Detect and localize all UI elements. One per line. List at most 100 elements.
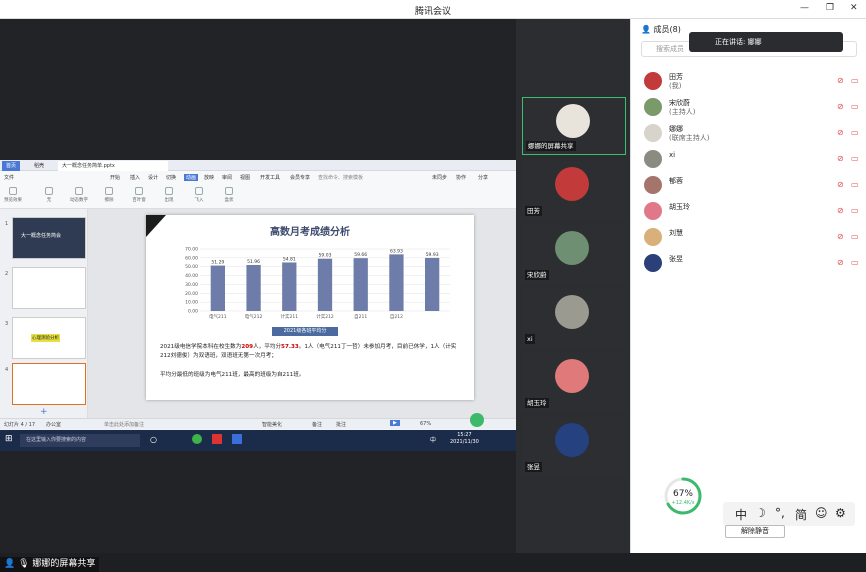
menu-member[interactable]: 会员专享 — [290, 174, 310, 181]
member-name: 宋欣蔚 (主持人) — [669, 99, 695, 117]
tile-screen-share[interactable]: 娜娜的屏幕共享 — [522, 97, 626, 155]
tile-participant[interactable]: xi — [522, 289, 626, 347]
thumb-number: 2 — [5, 271, 9, 277]
menu-animation[interactable]: 动画 — [184, 174, 199, 181]
member-row[interactable]: 刘慧 ⊘ ▭ — [631, 225, 866, 251]
anim-wipe-button[interactable]: 擦除 — [98, 187, 120, 203]
slide-thumb-2[interactable] — [12, 267, 86, 309]
meeting-icon[interactable] — [232, 434, 242, 444]
tile-participant[interactable]: 田芳 — [522, 161, 626, 219]
member-row[interactable]: 田芳 (我) ⊘ ▭ — [631, 69, 866, 95]
play-icon[interactable]: ▶ — [390, 420, 400, 426]
mic-muted-icon[interactable]: ⊘ — [837, 154, 844, 163]
zoom-level[interactable]: 67% — [420, 421, 431, 427]
data-label: 63.93 — [390, 248, 403, 254]
add-slide-icon[interactable]: + — [40, 407, 48, 417]
collab-button[interactable]: 协作 — [456, 174, 466, 181]
ribbon-label: 擦除 — [104, 198, 114, 203]
data-label: 59.66 — [354, 252, 367, 258]
unmute-all-button[interactable]: 解除静音 — [725, 525, 785, 538]
camera-off-icon[interactable]: ▭ — [851, 258, 859, 267]
mic-muted-icon[interactable]: ⊘ — [837, 232, 844, 241]
x-tick-label: 电气211 — [209, 313, 227, 320]
member-name-text: 胡玉玲 — [669, 203, 690, 211]
sync-status[interactable]: 未同步 — [432, 174, 447, 181]
tile-participant[interactable]: 宋欣蔚 — [522, 225, 626, 283]
data-label: 54.81 — [283, 256, 296, 262]
preview-effect-button[interactable]: 预览效果 — [2, 187, 24, 203]
member-row[interactable]: xi ⊘ ▭ — [631, 147, 866, 173]
anim-dynamic-number-button[interactable]: 动态数字 — [68, 187, 90, 203]
menu-slideshow[interactable]: 放映 — [204, 174, 214, 181]
member-row[interactable]: 张昱 ⊘ ▭ — [631, 251, 866, 277]
gear-icon[interactable]: ⚙ — [835, 506, 846, 520]
anim-appear-button[interactable]: 出现 — [158, 187, 180, 203]
member-row[interactable]: 胡玉玲 ⊘ ▭ — [631, 199, 866, 225]
share-button[interactable]: 分享 — [478, 174, 488, 181]
menu-file[interactable]: 文件 — [4, 174, 14, 181]
members-panel: 👤 成员(8) 搜索成员 正在讲话: 娜娜 田芳 (我) ⊘ ▭ 宋欣蔚 (主持人) ⊘ ▭ 娜… — [630, 19, 866, 553]
ime-chinese[interactable]: 中 — [735, 506, 747, 523]
mic-muted-icon[interactable]: ⊘ — [837, 258, 844, 267]
punctuation-icon[interactable]: °, — [775, 506, 785, 520]
menu-design[interactable]: 设计 — [148, 174, 158, 181]
slide-thumb-3[interactable]: 心理测验分析 — [12, 317, 86, 359]
windows-start-icon[interactable]: ⊞ — [5, 434, 13, 444]
tile-participant[interactable]: 胡玉玲 — [522, 353, 626, 411]
anim-blinds-button[interactable]: 百叶窗 — [128, 187, 150, 203]
avatar — [644, 124, 662, 142]
camera-off-icon[interactable]: ▭ — [851, 76, 859, 85]
emoji-icon[interactable]: ☺ — [815, 506, 828, 520]
menu-start[interactable]: 开始 — [110, 174, 120, 181]
maximize-icon[interactable]: ❐ — [826, 3, 834, 13]
ime-simplified[interactable]: 简 — [795, 506, 807, 523]
anim-flyin-button[interactable]: 飞入 — [188, 187, 210, 203]
minimize-icon[interactable]: — — [800, 3, 809, 13]
mic-muted-icon[interactable]: ⊘ — [837, 180, 844, 189]
smart-beautify[interactable]: 智能美化 — [262, 421, 282, 428]
command-search[interactable]: 查找命令、搜索模板 — [318, 174, 363, 181]
camera-off-icon[interactable]: ▭ — [851, 206, 859, 215]
bar — [389, 254, 404, 311]
x-tick-label: 自212 — [390, 313, 403, 320]
tab-home[interactable]: 首页 — [2, 161, 21, 171]
slide-thumb-1[interactable]: 大一概念任务简会 — [12, 217, 86, 259]
camera-off-icon[interactable]: ▭ — [851, 154, 859, 163]
notes-placeholder[interactable]: 单击此处添加备注 — [104, 421, 144, 428]
camera-off-icon[interactable]: ▭ — [851, 180, 859, 189]
ime-indicator[interactable]: 中 — [430, 435, 436, 444]
menu-transition[interactable]: 切换 — [166, 174, 176, 181]
camera-off-icon[interactable]: ▭ — [851, 232, 859, 241]
tab-daoke[interactable]: 稻壳 — [30, 161, 48, 171]
camera-off-icon[interactable]: ▭ — [851, 102, 859, 111]
task-view-icon[interactable]: ○ — [150, 435, 157, 444]
anim-flyin-icon — [195, 187, 203, 195]
menu-review[interactable]: 审阅 — [222, 174, 232, 181]
member-row[interactable]: 宋欣蔚 (主持人) ⊘ ▭ — [631, 95, 866, 121]
member-row[interactable]: 郁蓉 ⊘ ▭ — [631, 173, 866, 199]
menu-insert[interactable]: 插入 — [130, 174, 140, 181]
windows-taskbar: ⊞ 在这里输入你要搜索的内容 ○ 15:27 2021/11/30 中 — [0, 430, 516, 451]
moon-icon[interactable]: ☽ — [755, 506, 766, 520]
camera-off-icon[interactable]: ▭ — [851, 128, 859, 137]
anim-box-button[interactable]: 盒状 — [218, 187, 240, 203]
mic-muted-icon[interactable]: ⊘ — [837, 76, 844, 85]
bar — [246, 264, 261, 311]
taskbar-search[interactable]: 在这里输入你要搜索的内容 — [20, 434, 140, 447]
anim-none-button[interactable]: 无 — [38, 187, 60, 203]
app-icon[interactable] — [192, 434, 202, 444]
menu-view[interactable]: 视图 — [240, 174, 250, 181]
close-icon[interactable]: ✕ — [850, 3, 858, 13]
wps-icon[interactable] — [212, 434, 222, 444]
notes-toggle[interactable]: 备注 — [312, 421, 322, 428]
comments-toggle[interactable]: 批注 — [336, 421, 346, 428]
mic-muted-icon[interactable]: ⊘ — [837, 102, 844, 111]
tab-document[interactable]: 大一概念任务简单.pptx — [58, 161, 168, 171]
tile-participant[interactable]: 张昱 — [522, 417, 626, 475]
menu-devtools[interactable]: 开发工具 — [260, 174, 280, 181]
current-slide[interactable]: 高数月考成绩分析 0.00 10.00 20.00 30.00 40.00 50.00 60… — [146, 215, 474, 400]
slide-thumb-4[interactable] — [12, 363, 86, 405]
member-row[interactable]: 娜娜 (联席主持人) ⊘ ▭ — [631, 121, 866, 147]
mic-muted-icon[interactable]: ⊘ — [837, 128, 844, 137]
mic-muted-icon[interactable]: ⊘ — [837, 206, 844, 215]
